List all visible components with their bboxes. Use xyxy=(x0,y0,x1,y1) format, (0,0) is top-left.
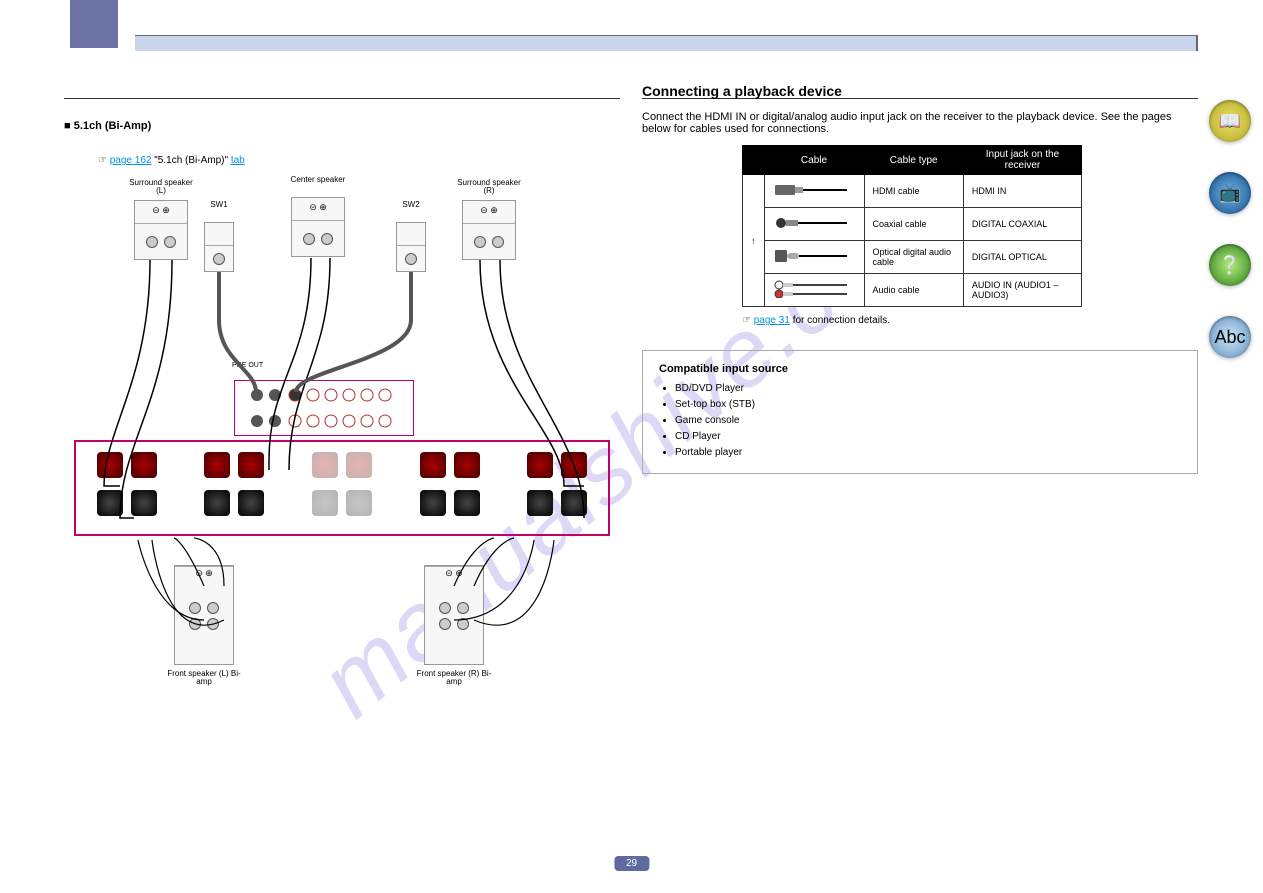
input-name: DIGITAL OPTICAL xyxy=(963,241,1081,274)
input-name: AUDIO IN (AUDIO1 – AUDIO3) xyxy=(963,274,1081,307)
table-row: ↑ HDMI cable HDMI IN xyxy=(743,175,1082,208)
display-icon[interactable]: 📺 xyxy=(1209,172,1251,214)
speaker-surround-r: Surround speaker (R) ⊝ ⊕ xyxy=(462,200,516,260)
note-prefix: ☞ xyxy=(742,315,751,326)
section-title: Connecting a playback device xyxy=(642,83,1198,99)
cable-hdmi-icon xyxy=(764,175,864,208)
table-row: Coaxial cable DIGITAL COAXIAL xyxy=(743,208,1082,241)
compat-title: Compatible input source xyxy=(659,363,1181,375)
cable-name: Coaxial cable xyxy=(864,208,963,241)
note-text: for connection details. xyxy=(793,315,890,326)
xref-row: ☞ page 162 "5.1ch (Bi-Amp)" tab xyxy=(98,155,245,166)
side-nav: 📖 📺 ❔ Abc xyxy=(1209,100,1251,358)
xref-tab-link[interactable]: tab xyxy=(231,155,245,166)
polarity-label: ⊝ ⊕ xyxy=(292,202,344,213)
input-name: HDMI IN xyxy=(963,175,1081,208)
preout-jacks-icon xyxy=(235,381,413,435)
xref-page-link[interactable]: page 162 xyxy=(110,155,152,166)
cable-coaxial-icon xyxy=(764,208,864,241)
speaker-label: SW2 xyxy=(387,201,435,209)
section-desc: Connect the HDMI IN or digital/analog au… xyxy=(642,111,1198,135)
polarity-label: ⊝ ⊕ xyxy=(135,205,187,216)
preout-box xyxy=(234,380,414,436)
speaker-center: Center speaker ⊝ ⊕ xyxy=(291,197,345,257)
quality-arrow: ↑ xyxy=(743,175,765,307)
cable-name: Optical digital audio cable xyxy=(864,241,963,274)
table-arrow-head xyxy=(743,146,765,175)
subwoofer-1: SW1 xyxy=(204,222,234,272)
speaker-label: Surround speaker (L) xyxy=(125,179,197,195)
speaker-terminal-block xyxy=(74,440,610,536)
compat-list: BD/DVD Player Set-top box (STB) Game con… xyxy=(675,381,1181,461)
faq-icon[interactable]: ❔ xyxy=(1209,244,1251,286)
glossary-icon[interactable]: Abc xyxy=(1209,316,1251,358)
cable-name: HDMI cable xyxy=(864,175,963,208)
note-row: ☞ page 31 for connection details. xyxy=(742,315,1198,326)
cable-name: Audio cable xyxy=(864,274,963,307)
table-row: Audio cable AUDIO IN (AUDIO1 – AUDIO3) xyxy=(743,274,1082,307)
speaker-label: Front speaker (R) Bi-amp xyxy=(415,670,493,686)
speaker-front-r-biamp: ⊝ ⊕ Front speaker (R) Bi-amp xyxy=(424,565,484,665)
input-name: DIGITAL COAXIAL xyxy=(963,208,1081,241)
th-input: Input jack on the receiver xyxy=(963,146,1081,175)
table-row: Optical digital audio cable DIGITAL OPTI… xyxy=(743,241,1082,274)
speaker-surround-l: Surround speaker (L) ⊝ ⊕ xyxy=(134,200,188,260)
th-cabletype: Cable type xyxy=(864,146,963,175)
cable-table: Cable Cable type Input jack on the recei… xyxy=(742,145,1082,307)
polarity-label: ⊝ ⊕ xyxy=(463,205,515,216)
manual-icon[interactable]: 📖 xyxy=(1209,100,1251,142)
speaker-label: SW1 xyxy=(195,201,243,209)
preout-label: PRE OUT xyxy=(232,362,263,369)
header-bar xyxy=(135,35,1198,51)
compat-box: Compatible input source BD/DVD Player Se… xyxy=(642,350,1198,474)
th-cable: Cable xyxy=(764,146,864,175)
wiring-diagram: Surround speaker (L) ⊝ ⊕ SW1 Center spea… xyxy=(64,180,620,700)
subheading-bi-amp: ■ 5.1ch (Bi-Amp) xyxy=(64,120,151,132)
list-item: Set-top box (STB) xyxy=(675,397,1181,413)
speaker-label: Center speaker xyxy=(282,176,354,184)
list-item: CD Player xyxy=(675,429,1181,445)
note-page-link[interactable]: page 31 xyxy=(754,315,790,326)
xref-prefix: ☞ xyxy=(98,155,107,166)
speaker-label: Front speaker (L) Bi-amp xyxy=(165,670,243,686)
speaker-front-l-biamp: ⊝ ⊕ Front speaker (L) Bi-amp xyxy=(174,565,234,665)
subwoofer-2: SW2 xyxy=(396,222,426,272)
list-item: Portable player xyxy=(675,445,1181,461)
speaker-label: Surround speaker (R) xyxy=(453,179,525,195)
header-accent-square xyxy=(70,0,118,48)
page-number: 29 xyxy=(614,856,649,871)
list-item: BD/DVD Player xyxy=(675,381,1181,397)
list-item: Game console xyxy=(675,413,1181,429)
xref-midtext: "5.1ch (Bi-Amp)" xyxy=(154,155,231,166)
cable-analog-icon xyxy=(764,274,864,307)
cable-optical-icon xyxy=(764,241,864,274)
divider-left xyxy=(64,98,620,99)
